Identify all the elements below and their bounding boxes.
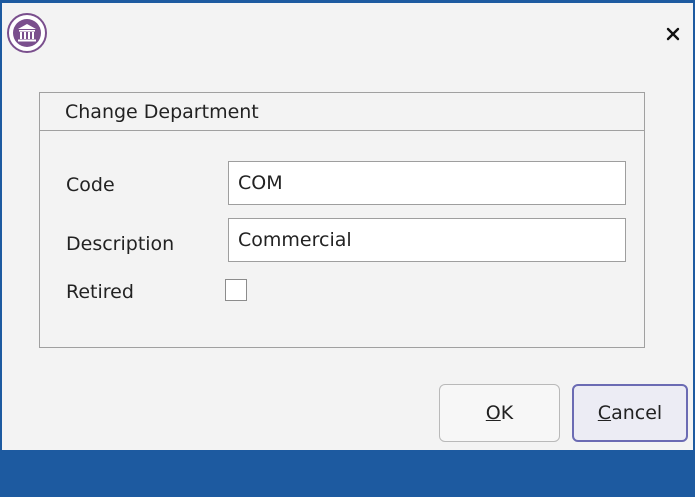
ok-accelerator: O	[485, 402, 501, 424]
close-icon	[666, 27, 680, 41]
description-field[interactable]: Commercial	[228, 218, 626, 262]
institution-icon-glyph	[18, 24, 36, 42]
window: Change Department Code COM Description C…	[0, 0, 695, 497]
close-button[interactable]	[660, 21, 686, 47]
code-label: Code	[66, 174, 115, 196]
ok-label-rest: K	[500, 402, 514, 424]
change-department-dialog: Change Department Code COM Description C…	[2, 3, 693, 450]
description-label: Description	[66, 233, 175, 255]
cancel-button[interactable]: Cancel	[572, 384, 688, 442]
cancel-accelerator: C	[597, 402, 612, 424]
group-title: Change Department	[40, 93, 644, 131]
change-department-group: Change Department Code COM Description C…	[39, 92, 645, 348]
ok-button[interactable]: OK	[439, 384, 560, 442]
cancel-label-rest: ancel	[611, 402, 663, 424]
retired-checkbox[interactable]	[225, 279, 247, 301]
code-value: COM	[238, 172, 283, 194]
description-value: Commercial	[238, 229, 352, 251]
institution-icon-badge	[13, 19, 41, 47]
institution-icon	[7, 13, 47, 53]
code-field[interactable]: COM	[228, 161, 626, 205]
retired-label: Retired	[66, 281, 134, 303]
